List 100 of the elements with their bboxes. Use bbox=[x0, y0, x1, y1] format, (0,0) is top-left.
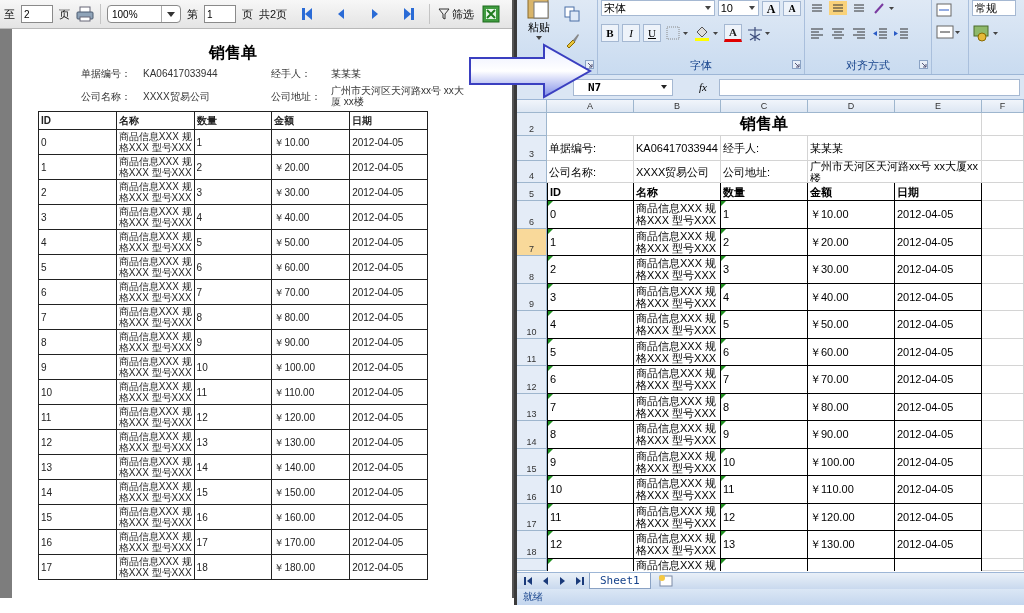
grow-font-button[interactable]: A bbox=[762, 0, 780, 16]
align-right-icon[interactable] bbox=[850, 25, 868, 41]
dialog-launcher-icon[interactable] bbox=[585, 60, 594, 69]
sheet-cell: 商品信息XXX 规格XXX 型号XXX bbox=[634, 393, 721, 421]
page-field[interactable]: 1 bbox=[204, 5, 236, 23]
table-cell: 3 bbox=[38, 204, 117, 230]
row-header[interactable]: 8 bbox=[517, 256, 547, 284]
table-cell: 2012-04-05 bbox=[349, 504, 428, 530]
column-header[interactable]: A bbox=[547, 100, 634, 113]
font-color-button[interactable]: A bbox=[724, 24, 742, 42]
column-header[interactable]: B bbox=[634, 100, 721, 113]
column-header[interactable]: D bbox=[808, 100, 895, 113]
table-cell: 4 bbox=[194, 204, 272, 230]
sheet-cell: ￥30.00 bbox=[808, 256, 895, 284]
row-header[interactable]: 7 bbox=[517, 228, 547, 256]
table-cell: 9 bbox=[38, 354, 117, 380]
empty-cell bbox=[982, 421, 1024, 449]
table-cell: 7 bbox=[38, 304, 117, 330]
row-header[interactable]: 14 bbox=[517, 421, 547, 449]
name-box[interactable]: N7 bbox=[573, 78, 673, 96]
table-cell: 商品信息XXX 规格XXX 型号XXX bbox=[116, 229, 195, 255]
table-cell: ￥100.00 bbox=[271, 354, 350, 380]
sheet-cell: 11 bbox=[547, 503, 634, 531]
italic-button[interactable]: I bbox=[622, 24, 640, 42]
column-header[interactable]: C bbox=[721, 100, 808, 113]
paste-button[interactable]: 粘贴 bbox=[528, 20, 550, 35]
underline-button[interactable]: U bbox=[643, 24, 661, 42]
align-center-icon[interactable] bbox=[829, 25, 847, 41]
table-cell: 2012-04-05 bbox=[349, 254, 428, 280]
sheet-cell: 销售单 bbox=[547, 113, 982, 136]
spreadsheet-export-icon[interactable] bbox=[482, 5, 501, 23]
field-label: 单据编号： bbox=[81, 68, 132, 79]
table-cell: 商品信息XXX 规格XXX 型号XXX bbox=[116, 329, 195, 355]
row-header[interactable]: 10 bbox=[517, 311, 547, 339]
table-cell: 16 bbox=[194, 504, 272, 530]
increase-indent-icon[interactable] bbox=[892, 25, 910, 41]
page-field[interactable]: 2 bbox=[21, 5, 53, 23]
bold-button[interactable]: B bbox=[601, 24, 619, 42]
row-header[interactable]: 3 bbox=[517, 136, 547, 161]
table-cell: ￥90.00 bbox=[271, 329, 350, 355]
print-icon[interactable] bbox=[76, 6, 94, 22]
function-button[interactable]: fx bbox=[693, 81, 713, 93]
first-sheet-icon[interactable] bbox=[522, 574, 535, 588]
row-header[interactable]: 17 bbox=[517, 503, 547, 531]
row-header[interactable]: 16 bbox=[517, 476, 547, 504]
formula-field[interactable] bbox=[718, 78, 1020, 96]
clipboard-icon[interactable] bbox=[526, 0, 552, 20]
font-size-dropdown[interactable]: 10 bbox=[717, 0, 759, 16]
table-cell: ￥150.00 bbox=[271, 479, 350, 505]
sheet-cell: 2012-04-05 bbox=[895, 256, 982, 284]
table-cell: ￥170.00 bbox=[271, 529, 350, 555]
sheet-cell: ￥50.00 bbox=[808, 311, 895, 339]
row-header[interactable]: 4 bbox=[517, 161, 547, 183]
sheet-cell: 经手人: bbox=[721, 136, 808, 161]
row-header[interactable]: 11 bbox=[517, 338, 547, 366]
zoom-dropdown[interactable]: 100% bbox=[107, 5, 181, 23]
field-value: KA06417033944 bbox=[143, 68, 219, 79]
column-header[interactable]: F bbox=[982, 100, 1024, 113]
table-cell: 商品信息XXX 规格XXX 型号XXX bbox=[116, 454, 195, 480]
sheet-tab[interactable]: Sheet1 bbox=[589, 573, 651, 589]
dialog-launcher-icon[interactable] bbox=[792, 60, 801, 69]
last-sheet-icon[interactable] bbox=[573, 574, 586, 588]
table-cell: ￥60.00 bbox=[271, 254, 350, 280]
table-cell: 17 bbox=[38, 554, 117, 580]
table-cell: 2012-04-05 bbox=[349, 304, 428, 330]
font-name-dropdown[interactable]: 宋体 bbox=[601, 0, 715, 16]
number-format-dropdown[interactable]: 常规 bbox=[972, 0, 1016, 16]
sheet-cell: 5 bbox=[721, 311, 808, 339]
table-cell: 商品信息XXX 规格XXX 型号XXX bbox=[116, 179, 195, 205]
sheet-cell: ID bbox=[547, 183, 634, 201]
decrease-indent-icon[interactable] bbox=[871, 25, 889, 41]
row-header[interactable]: 13 bbox=[517, 393, 547, 421]
row-header[interactable]: 9 bbox=[517, 283, 547, 311]
brush-icon[interactable] bbox=[564, 32, 580, 48]
row-header[interactable]: 2 bbox=[517, 113, 547, 136]
table-cell: ￥20.00 bbox=[271, 154, 350, 180]
sheet-cell: 2012-04-05 bbox=[895, 228, 982, 256]
shrink-font-button[interactable]: A bbox=[783, 0, 801, 16]
row-header[interactable]: 6 bbox=[517, 201, 547, 229]
table-cell: ￥50.00 bbox=[271, 229, 350, 255]
caret-icon[interactable] bbox=[535, 35, 543, 41]
fill-color-icon[interactable] bbox=[693, 24, 721, 42]
sheet-cell: 1 bbox=[721, 201, 808, 229]
align-left-icon[interactable] bbox=[808, 25, 826, 41]
dialog-launcher-icon[interactable] bbox=[919, 60, 928, 69]
sheet-cell: 9 bbox=[721, 421, 808, 449]
align-middle-icon[interactable] bbox=[829, 1, 847, 15]
row-header[interactable]: 18 bbox=[517, 531, 547, 559]
empty-cell bbox=[982, 183, 1024, 201]
column-header[interactable]: E bbox=[895, 100, 982, 113]
merge-cells-icon[interactable] bbox=[935, 24, 961, 40]
row-header[interactable]: 12 bbox=[517, 366, 547, 394]
copy-icon[interactable] bbox=[564, 6, 580, 22]
row-header[interactable]: 15 bbox=[517, 448, 547, 476]
table-cell: 商品信息XXX 规格XXX 型号XXX bbox=[116, 554, 195, 580]
filter-button[interactable]: 筛选 bbox=[436, 6, 477, 22]
text-orientation-icon[interactable] bbox=[871, 1, 897, 15]
empty-cell bbox=[982, 161, 1024, 183]
row-header[interactable]: 5 bbox=[517, 183, 547, 201]
sheet-cell: 5 bbox=[547, 338, 634, 366]
